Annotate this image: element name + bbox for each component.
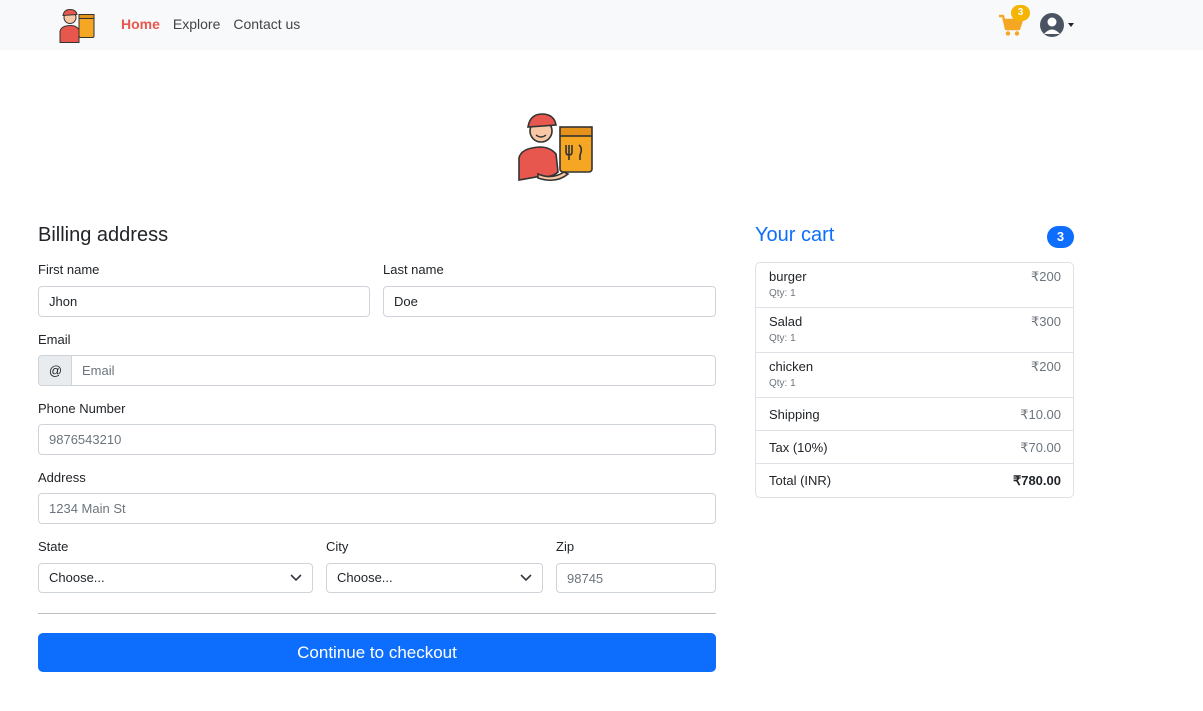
city-select[interactable]: Choose... — [326, 563, 543, 593]
continue-to-checkout-button[interactable]: Continue to checkout — [38, 633, 716, 672]
cart-title: Your cart — [755, 224, 835, 246]
last-name-input[interactable] — [383, 286, 716, 317]
nav-links: Home Explore Contact us — [121, 16, 300, 32]
top-navbar: Home Explore Contact us 3 — [0, 0, 1203, 50]
last-name-label: Last name — [383, 262, 444, 277]
cart-item: Salad Qty: 1 ₹300 — [756, 308, 1073, 353]
email-at-prefix: @ — [38, 355, 72, 386]
nav-link-home[interactable]: Home — [121, 16, 160, 32]
city-label: City — [326, 539, 349, 554]
cart-tax-row: Tax (10%) ₹70.00 — [756, 431, 1073, 464]
address-input[interactable] — [38, 493, 716, 524]
nav-link-explore[interactable]: Explore — [173, 16, 220, 32]
cart-item-name: chicken — [769, 359, 814, 374]
cart-item-price: ₹300 — [1031, 314, 1061, 329]
cart-shipping-row: Shipping ₹10.00 — [756, 398, 1073, 431]
cart-item-price: ₹200 — [1031, 359, 1061, 374]
chevron-down-icon — [290, 574, 302, 582]
cart-item-name: Salad — [769, 314, 803, 329]
cart-list: burger Qty: 1 ₹200 Salad Qty: 1 ₹300 chi… — [755, 262, 1074, 498]
email-input[interactable] — [71, 355, 716, 386]
state-select[interactable]: Choose... — [38, 563, 313, 593]
cart-item: chicken Qty: 1 ₹200 — [756, 353, 1073, 398]
cart-count-badge: 3 — [1047, 226, 1074, 248]
phone-label: Phone Number — [38, 401, 126, 416]
zip-input[interactable] — [556, 563, 716, 593]
delivery-man-hero-icon — [518, 113, 593, 182]
cart-item-name: burger — [769, 269, 807, 284]
total-value: ₹780.00 — [1012, 473, 1061, 488]
form-divider — [38, 613, 716, 614]
state-label: State — [38, 539, 69, 554]
cart-item-qty: Qty: 1 — [769, 288, 796, 299]
tax-label: Tax (10%) — [769, 440, 828, 455]
first-name-input[interactable] — [38, 286, 370, 317]
email-label: Email — [38, 332, 71, 347]
cart-item: burger Qty: 1 ₹200 — [756, 263, 1073, 308]
address-label: Address — [38, 470, 86, 485]
nav-link-contact[interactable]: Contact us — [233, 16, 300, 32]
state-selected-value: Choose... — [49, 570, 105, 585]
cart-item-price: ₹200 — [1031, 269, 1061, 284]
city-selected-value: Choose... — [337, 570, 393, 585]
cart-item-qty: Qty: 1 — [769, 378, 796, 389]
cart-badge: 3 — [1011, 5, 1030, 21]
cart-item-qty: Qty: 1 — [769, 333, 796, 344]
tax-value: ₹70.00 — [1020, 440, 1061, 455]
user-avatar-icon[interactable] — [1040, 12, 1076, 38]
shipping-label: Shipping — [769, 407, 820, 422]
cart-total-row: Total (INR) ₹780.00 — [756, 464, 1073, 497]
phone-input[interactable] — [38, 424, 716, 455]
total-label: Total (INR) — [769, 473, 832, 488]
billing-title: Billing address — [38, 224, 169, 246]
delivery-man-logo-icon[interactable] — [56, 6, 96, 44]
zip-label: Zip — [556, 539, 575, 554]
shipping-value: ₹10.00 — [1020, 407, 1061, 422]
chevron-down-icon — [520, 574, 532, 582]
first-name-label: First name — [38, 262, 100, 277]
